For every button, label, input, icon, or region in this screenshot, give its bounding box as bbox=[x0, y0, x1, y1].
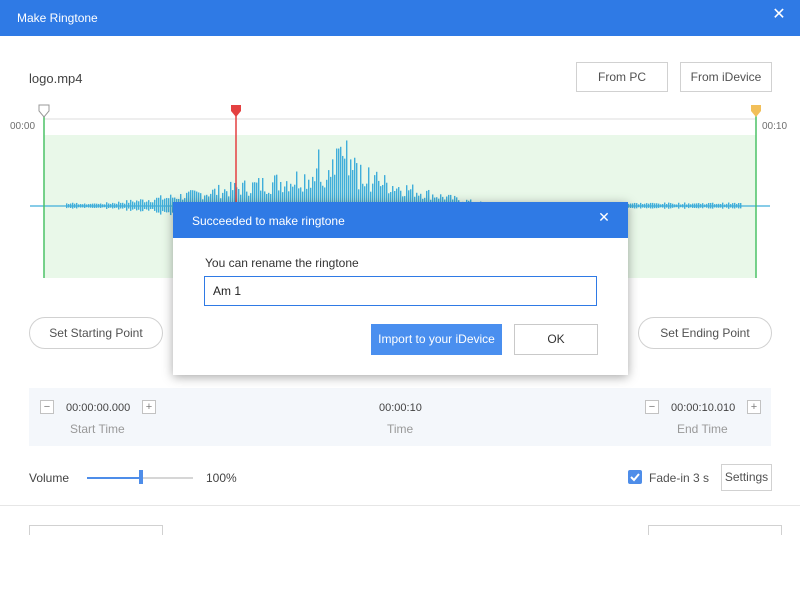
ringtone-name-input[interactable] bbox=[204, 276, 597, 306]
import-to-idevice-button[interactable]: Import to your iDevice bbox=[371, 324, 502, 355]
close-icon[interactable]: ✕ bbox=[768, 4, 790, 26]
title-bar: Make Ringtone ✕ bbox=[0, 0, 800, 36]
rename-dialog: Succeeded to make ringtone ✕ You can ren… bbox=[173, 202, 628, 375]
dialog-title: Succeeded to make ringtone bbox=[192, 214, 345, 228]
dialog-title-bar: Succeeded to make ringtone ✕ bbox=[173, 202, 628, 238]
dialog-close-icon[interactable]: ✕ bbox=[594, 207, 614, 227]
window-title: Make Ringtone bbox=[17, 11, 98, 25]
dialog-prompt: You can rename the ringtone bbox=[205, 256, 359, 270]
ok-button[interactable]: OK bbox=[514, 324, 598, 355]
